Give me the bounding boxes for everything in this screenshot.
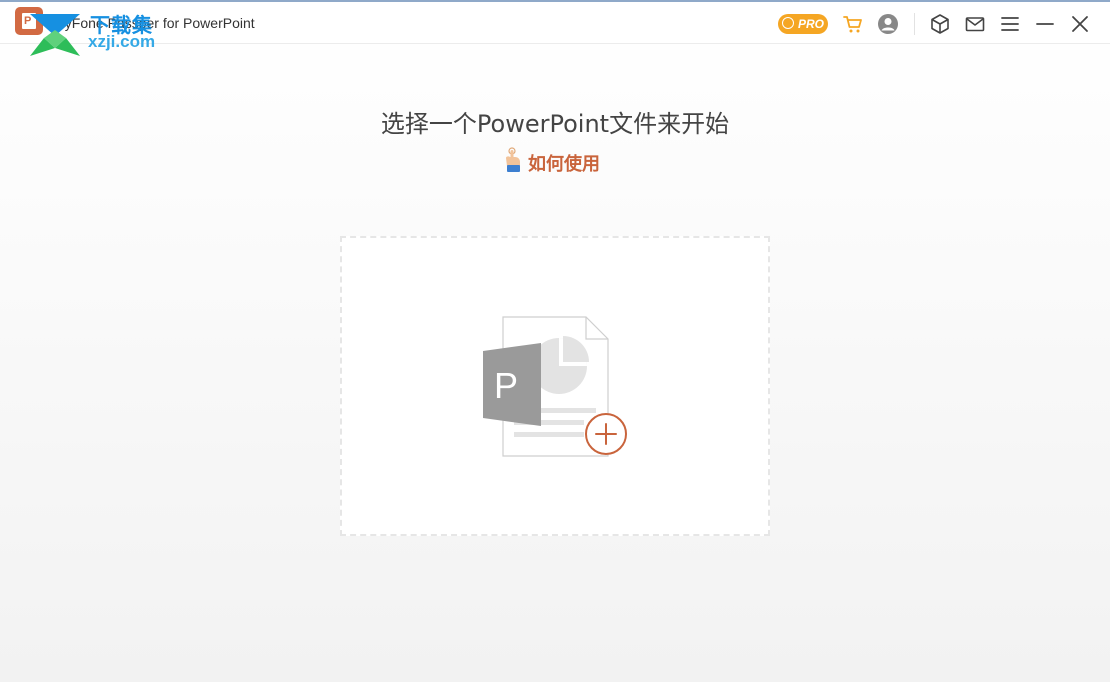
how-to-use-label: 如何使用 bbox=[528, 154, 600, 175]
file-drop-zone[interactable]: P bbox=[340, 236, 770, 536]
menu-icon[interactable] bbox=[998, 12, 1022, 36]
account-icon[interactable] bbox=[876, 12, 900, 36]
pointing-hand-icon bbox=[506, 147, 520, 172]
minimize-icon[interactable] bbox=[1033, 12, 1057, 36]
box-icon[interactable] bbox=[928, 12, 952, 36]
page-heading: 选择一个PowerPoint文件来开始 bbox=[380, 110, 730, 138]
cart-icon[interactable] bbox=[841, 12, 865, 36]
close-icon[interactable] bbox=[1068, 12, 1092, 36]
pro-medal-icon bbox=[782, 17, 794, 29]
watermark-logo-icon bbox=[30, 14, 80, 56]
add-powerpoint-file-icon[interactable]: P bbox=[481, 316, 631, 461]
pro-label: PRO bbox=[798, 17, 825, 31]
toolbar-divider bbox=[914, 13, 915, 35]
pro-badge[interactable]: PRO bbox=[778, 14, 828, 34]
watermark-bottom-text: xzji.com bbox=[88, 32, 156, 51]
file-badge-letter: P bbox=[494, 365, 518, 406]
watermark: 下载集 xzji.com bbox=[28, 10, 178, 60]
mail-icon[interactable] bbox=[963, 12, 987, 36]
